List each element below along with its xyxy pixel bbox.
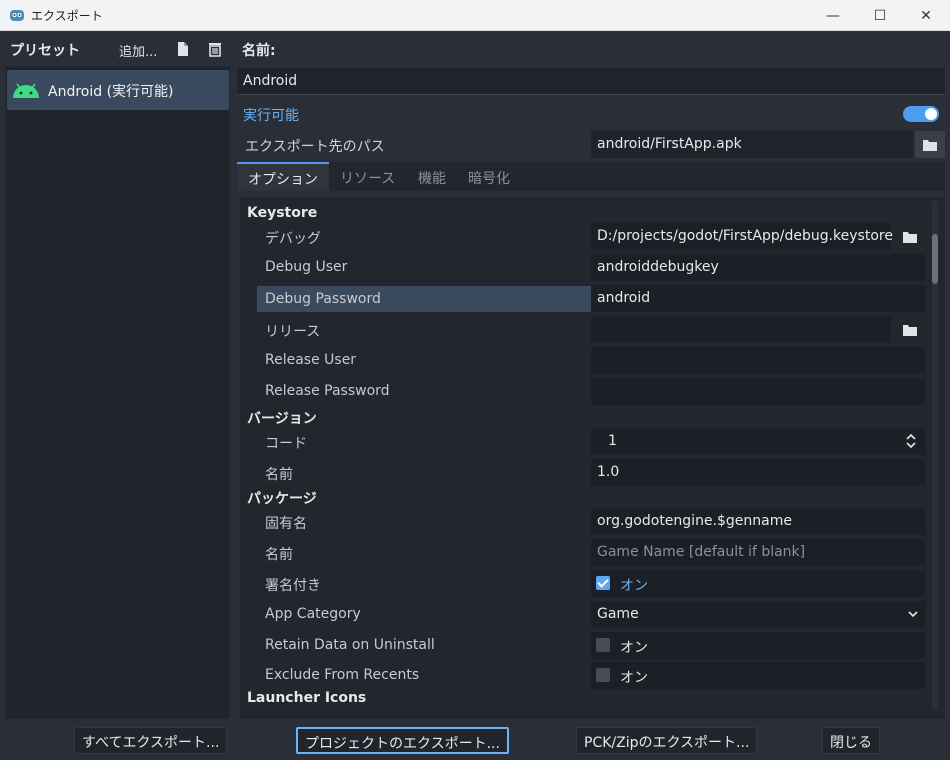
tab-encryption[interactable]: 暗号化: [468, 162, 510, 191]
exclude-recents-checkbox[interactable]: [596, 668, 610, 682]
close-button[interactable]: 閉じる: [822, 727, 880, 754]
version-name-input[interactable]: 1.0: [591, 459, 925, 486]
retain-data-checkbox[interactable]: [596, 638, 610, 652]
package-name-label: 名前: [265, 547, 293, 563]
option-row-debug-password: Debug Password android: [240, 285, 928, 316]
preset-item-android[interactable]: Android (実行可能): [7, 70, 229, 110]
tab-features[interactable]: 機能: [418, 162, 446, 191]
debug-password-input[interactable]: android: [591, 285, 925, 312]
section-package[interactable]: パッケージ: [240, 488, 928, 508]
unique-name-input[interactable]: org.godotengine.$genname: [591, 508, 925, 535]
spin-arrows-icon[interactable]: [906, 434, 916, 448]
export-all-button[interactable]: すべてエクスポート...: [74, 727, 228, 754]
debug-keystore-browse-button[interactable]: [895, 223, 925, 250]
presets-header: プリセット: [10, 43, 80, 59]
release-keystore-input[interactable]: [591, 316, 891, 343]
option-row-retain-data: Retain Data on Uninstall オン: [240, 632, 928, 663]
option-row-signed: 署名付き オン: [240, 570, 928, 601]
section-keystore[interactable]: Keystore: [240, 205, 928, 221]
folder-icon: [923, 139, 937, 151]
preset-settings: 名前: Android 実行可能 エクスポート先のパス android/Firs…: [237, 33, 945, 719]
debug-user-input[interactable]: androiddebugkey: [591, 254, 925, 281]
android-icon: [13, 83, 39, 98]
export-project-button[interactable]: プロジェクトのエクスポート...: [296, 727, 509, 754]
delete-icon[interactable]: [207, 41, 223, 57]
app-category-select[interactable]: Game: [591, 601, 925, 628]
version-code-spinbox[interactable]: 1: [591, 428, 925, 455]
debug-user-label: Debug User: [265, 259, 348, 275]
name-label: 名前:: [242, 43, 276, 59]
title-bar: エクスポート — ☐ ✕: [0, 0, 950, 31]
app-category-label: App Category: [265, 606, 361, 622]
option-row-version-name: 名前 1.0: [240, 459, 928, 490]
unique-name-label: 固有名: [265, 516, 307, 532]
version-code-label: コード: [265, 436, 307, 452]
export-pck-zip-button[interactable]: PCK/Zipのエクスポート...: [576, 727, 758, 754]
option-row-exclude-recents: Exclude From Recents オン: [240, 662, 928, 693]
debug-keystore-label: デバッグ: [265, 231, 321, 247]
option-row-unique-name: 固有名 org.godotengine.$genname: [240, 508, 928, 539]
option-row-package-name: 名前 Game Name [default if blank]: [240, 539, 928, 570]
signed-checkbox[interactable]: [596, 576, 610, 590]
add-preset-button[interactable]: 追加...: [119, 41, 157, 60]
runnable-toggle[interactable]: [903, 106, 939, 122]
option-row-debug-user: Debug User androiddebugkey: [240, 254, 928, 285]
release-password-label: Release Password: [265, 383, 390, 399]
folder-icon: [903, 324, 917, 336]
option-row-release: リリース: [240, 316, 928, 347]
option-row-release-user: Release User: [240, 347, 928, 378]
tab-bar: オプション リソース 機能 暗号化: [237, 162, 945, 191]
section-version[interactable]: バージョン: [240, 408, 928, 428]
window-title: エクスポート: [31, 9, 103, 23]
release-user-input[interactable]: [591, 347, 925, 374]
duplicate-icon[interactable]: [175, 41, 191, 57]
close-window-button[interactable]: ✕: [903, 0, 949, 31]
exclude-recents-checkbox-label: オン: [620, 670, 648, 686]
version-name-label: 名前: [265, 467, 293, 483]
section-launcher-icons[interactable]: Launcher Icons: [240, 690, 928, 706]
option-row-app-category: App Category Game: [240, 601, 928, 632]
signed-label: 署名付き: [265, 578, 321, 594]
options-scrollbar[interactable]: [932, 200, 938, 710]
export-path-browse-button[interactable]: [915, 131, 945, 158]
tab-resources[interactable]: リソース: [340, 162, 395, 191]
export-path-label: エクスポート先のパス: [245, 139, 385, 155]
option-row-release-password: Release Password: [240, 378, 928, 409]
options-scrollbar-thumb[interactable]: [932, 234, 938, 284]
exclude-recents-label: Exclude From Recents: [265, 667, 420, 683]
release-user-label: Release User: [265, 352, 357, 368]
release-password-input[interactable]: [591, 378, 925, 405]
exclude-recents-checkbox-field[interactable]: オン: [591, 662, 925, 689]
minimize-button[interactable]: —: [810, 0, 856, 31]
runnable-label: 実行可能: [243, 108, 299, 124]
export-path-input[interactable]: android/FirstApp.apk: [591, 131, 913, 158]
option-row-version-code: コード 1: [240, 428, 928, 459]
debug-password-label: Debug Password: [257, 286, 591, 312]
maximize-button[interactable]: ☐: [857, 0, 903, 31]
tab-options[interactable]: オプション: [237, 162, 329, 191]
retain-data-checkbox-label: オン: [620, 640, 648, 656]
option-row-debug: デバッグ D:/projects/godot/FirstApp/debug.ke…: [240, 223, 928, 254]
preset-list: Android (実行可能): [5, 66, 230, 719]
preset-item-label: Android (実行可能): [48, 84, 174, 100]
retain-data-label: Retain Data on Uninstall: [265, 637, 435, 653]
release-keystore-browse-button[interactable]: [895, 316, 925, 343]
signed-checkbox-label: オン: [620, 578, 648, 594]
folder-icon: [903, 231, 917, 243]
options-panel: Keystore デバッグ D:/projects/godot/FirstApp…: [240, 197, 945, 719]
preset-name-input[interactable]: Android: [237, 68, 945, 95]
package-name-input[interactable]: Game Name [default if blank]: [591, 539, 925, 566]
release-keystore-label: リリース: [265, 324, 321, 340]
godot-logo-icon: [10, 10, 24, 21]
debug-keystore-input[interactable]: D:/projects/godot/FirstApp/debug.keystor…: [591, 223, 893, 250]
retain-data-checkbox-field[interactable]: オン: [591, 632, 925, 659]
chevron-down-icon[interactable]: [908, 611, 918, 618]
presets-panel: プリセット 追加... Android (実行可能): [5, 33, 230, 719]
signed-checkbox-field[interactable]: オン: [591, 570, 925, 597]
